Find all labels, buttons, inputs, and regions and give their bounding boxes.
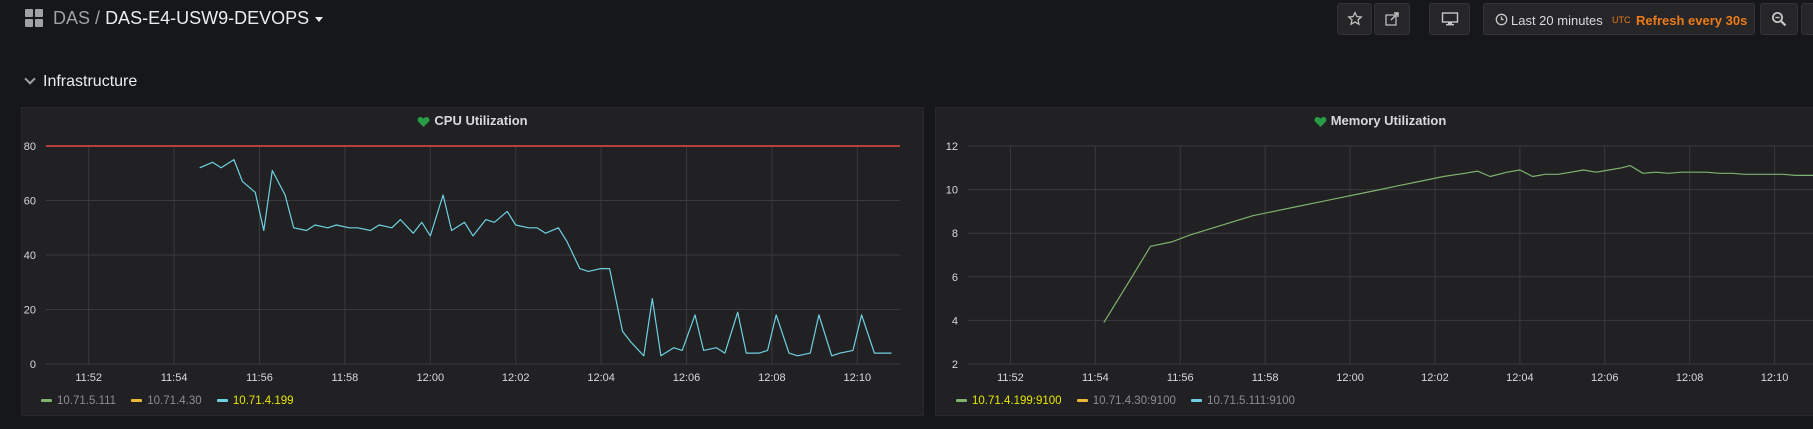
legend-color-swatch <box>216 399 228 403</box>
x-tick-label: 12:00 <box>1336 372 1364 384</box>
x-tick-label: 12:04 <box>1506 372 1534 384</box>
legend-label: 10.71.4.30 <box>147 395 202 407</box>
x-tick-label: 12:10 <box>844 372 872 384</box>
y-tick-label: 6 <box>952 272 958 284</box>
dashboard-title[interactable]: DAS-E4-USW9-DEVOPS <box>105 8 309 28</box>
x-tick-label: 11:54 <box>1082 372 1109 384</box>
chevron-down-icon <box>24 73 36 85</box>
x-tick-label: 12:00 <box>417 372 445 384</box>
star-dashboard-button[interactable] <box>1337 3 1372 35</box>
memory-utilization-panel: Memory Utilization 2 4 6 8 10 12 11:52 11:54 11:… <box>935 107 1813 416</box>
monitor-icon <box>1441 12 1458 26</box>
folder-link[interactable]: DAS <box>53 8 90 28</box>
chart-legend: 10.71.4.199:9100 10.71.4.30:9100 10.71.5… <box>956 395 1307 407</box>
legend-item[interactable]: 10.71.5.111:9100 <box>1191 395 1295 407</box>
x-tick-label: 11:52 <box>997 372 1024 384</box>
legend-item[interactable]: 10.71.5.111 <box>41 395 116 407</box>
dashboard-dropdown-icon[interactable] <box>315 16 324 22</box>
x-tick-label: 12:08 <box>1676 372 1704 384</box>
legend-color-swatch <box>1076 399 1088 403</box>
y-tick-label: 80 <box>24 141 36 153</box>
legend-item[interactable]: 10.71.4.199 <box>216 395 294 407</box>
cpu-utilization-panel: CPU Utilization 0 20 40 60 80 11:52 11:54 11:56… <box>21 107 924 416</box>
legend-label: 10.71.4.30:9100 <box>1092 395 1176 407</box>
x-tick-label: 12:08 <box>758 372 786 384</box>
x-tick-label: 11:54 <box>161 372 188 384</box>
y-tick-label: 12 <box>946 141 958 153</box>
legend-color-swatch <box>41 399 52 403</box>
x-tick-label: 12:06 <box>1591 372 1619 384</box>
refresh-button[interactable] <box>1801 3 1813 35</box>
series-line <box>199 158 892 357</box>
refresh-interval-label: Refresh every 30s <box>1636 13 1748 28</box>
timezone-label: UTC <box>1612 15 1631 25</box>
legend-label: 10.71.5.111:9100 <box>1207 395 1295 407</box>
x-tick-label: 11:58 <box>332 372 359 384</box>
share-dashboard-button[interactable] <box>1374 3 1410 35</box>
x-tick-label: 11:52 <box>75 372 102 384</box>
row-header-infrastructure[interactable]: Infrastructure <box>24 73 138 91</box>
zoom-out-button[interactable] <box>1760 3 1798 35</box>
x-tick-label: 12:06 <box>673 372 701 384</box>
tv-mode-button[interactable] <box>1429 3 1470 35</box>
clock-icon <box>1495 13 1508 26</box>
legend-color-swatch <box>956 399 967 403</box>
legend-label: 10.71.4.199:9100 <box>972 395 1062 407</box>
x-tick-label: 11:56 <box>246 372 273 384</box>
y-tick-label: 8 <box>952 228 958 240</box>
y-tick-label: 20 <box>24 305 36 317</box>
zoom-out-icon <box>1772 12 1787 27</box>
x-tick-label: 11:58 <box>1252 372 1279 384</box>
y-tick-label: 60 <box>24 196 36 208</box>
x-tick-label: 12:02 <box>502 372 530 384</box>
top-navbar: DAS / DAS-E4-USW9-DEVOPS Last 20 minutes… <box>0 0 1813 40</box>
y-tick-label: 40 <box>24 250 36 262</box>
legend-color-swatch <box>131 399 143 403</box>
chart-legend: 10.71.5.111 10.71.4.30 10.71.4.199 <box>41 395 306 407</box>
legend-item[interactable]: 10.71.4.30 <box>131 395 202 407</box>
y-tick-label: 0 <box>30 359 36 371</box>
y-tick-label: 2 <box>952 359 958 371</box>
dashboard-grid-icon[interactable] <box>25 9 43 27</box>
legend-item[interactable]: 10.71.4.30:9100 <box>1076 395 1176 407</box>
row-title: Infrastructure <box>43 73 138 90</box>
x-tick-label: 11:56 <box>1167 372 1194 384</box>
x-tick-label: 12:04 <box>587 372 615 384</box>
legend-item[interactable]: 10.71.4.199:9100 <box>956 395 1062 407</box>
legend-label: 10.71.4.199 <box>232 395 294 407</box>
star-icon <box>1346 11 1363 26</box>
cpu-chart-plot[interactable]: 0 20 40 60 80 11:52 11:54 11:56 11:58 12:00 12:02 1… <box>22 108 925 388</box>
x-tick-label: 12:10 <box>1761 372 1789 384</box>
legend-label: 10.71.5.111 <box>57 395 117 407</box>
time-picker-button[interactable]: Last 20 minutes UTC Refresh every 30s <box>1483 3 1755 35</box>
y-tick-label: 10 <box>946 185 958 197</box>
breadcrumb: DAS / DAS-E4-USW9-DEVOPS <box>53 8 324 29</box>
breadcrumb-separator: / <box>95 8 101 28</box>
y-tick-label: 4 <box>952 315 958 327</box>
legend-color-swatch <box>1191 399 1203 403</box>
x-tick-label: 12:02 <box>1421 372 1449 384</box>
memory-chart-plot[interactable]: 2 4 6 8 10 12 11:52 11:54 11:56 11:58 12:00 12:02 12… <box>936 108 1813 388</box>
time-range-label: Last 20 minutes <box>1511 13 1603 28</box>
share-icon <box>1385 12 1399 26</box>
